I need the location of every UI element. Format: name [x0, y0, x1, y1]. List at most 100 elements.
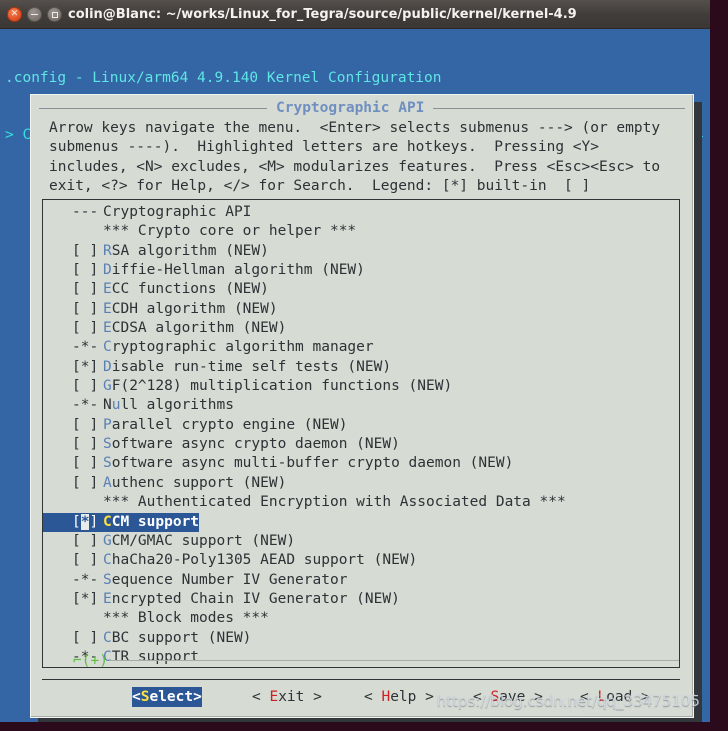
- menu-item-label: ECDSA algorithm (NEW): [103, 320, 287, 337]
- menu-item[interactable]: [ ] ECDSA algorithm (NEW): [43, 319, 679, 338]
- menu-item[interactable]: *** Crypto core or helper ***: [43, 222, 679, 241]
- nconf-screen: .config - Linux/arm64 4.9.140 Kernel Con…: [0, 29, 710, 722]
- menu-item-hotkey: E: [103, 320, 112, 337]
- window-close-button[interactable]: ✕: [7, 7, 22, 22]
- menu-item-state: [ ]: [72, 320, 99, 337]
- menu-list: --- Cryptographic API *** Crypto core or h…: [43, 203, 680, 668]
- menu-item[interactable]: --- Cryptographic API: [43, 203, 679, 222]
- menu-item-hotkey: C: [103, 513, 112, 530]
- button-separator: [42, 679, 680, 680]
- menu-item[interactable]: [ ] Software async crypto daemon (NEW): [43, 435, 679, 454]
- menu-item-hotkey: R: [103, 242, 112, 259]
- help-text: Arrow keys navigate the menu. <Enter> se…: [49, 120, 661, 195]
- menu-item-label: Cryptographic algorithm manager: [103, 339, 374, 356]
- menu-item[interactable]: [ ]CTS support (NEW): [43, 667, 680, 668]
- menu-item-label: Authenc support (NEW): [103, 474, 287, 491]
- menu-item[interactable]: [ ] CBC support (NEW): [43, 629, 679, 648]
- button-e-xit[interactable]: < Exit >: [252, 687, 322, 707]
- menu-item-label: *** Authenticated Encryption with Associ…: [103, 494, 566, 511]
- window-maximize-button[interactable]: [47, 7, 62, 22]
- screen: ✕ colin@Blanc: ~/works/Linux_for_Tegra/s…: [0, 0, 728, 731]
- menu-item-state: [ ]: [72, 416, 99, 433]
- window-titlebar: ✕ colin@Blanc: ~/works/Linux_for_Tegra/s…: [0, 0, 710, 29]
- window-title: colin@Blanc: ~/works/Linux_for_Tegra/sou…: [68, 7, 577, 22]
- menu-item[interactable]: -*- Cryptographic algorithm manager: [43, 338, 679, 357]
- scroll-indicator-label: ⌐(+): [73, 652, 108, 668]
- menu-item-hotkey: D: [103, 358, 112, 375]
- dialog-title-dash-left: [39, 107, 267, 109]
- menu-item[interactable]: -*- Sequence Number IV Generator: [43, 571, 679, 590]
- close-icon: ✕: [10, 9, 19, 19]
- menu-item-label: GF(2^128) multiplication functions (NEW): [103, 378, 453, 395]
- menu-item[interactable]: [ ] GCM/GMAC support (NEW): [43, 532, 679, 551]
- menu-item[interactable]: [ ] ECDH algorithm (NEW): [43, 300, 679, 319]
- menu-item-label: Cryptographic API: [103, 204, 252, 220]
- dialog-title-dash-right: [433, 107, 685, 109]
- menu-item[interactable]: [ ] Authenc support (NEW): [43, 474, 679, 493]
- scroll-indicator-rule: [108, 660, 679, 661]
- menu-item-label: Disable run-time self tests (NEW): [103, 358, 392, 375]
- menu-item-hotkey: D: [103, 262, 112, 279]
- menu-item-hotkey: S: [103, 571, 112, 588]
- menu-item-state: [ ]: [72, 532, 99, 549]
- menu-item[interactable]: [ ] Software async multi-buffer crypto da…: [43, 454, 679, 473]
- menu-item-state: [ ]: [72, 552, 99, 569]
- menu-item-state: [ ]: [72, 242, 99, 259]
- menu-item-state: [ ]: [72, 281, 99, 298]
- menu-item-label: *** Crypto core or helper ***: [103, 223, 357, 240]
- config-dialog: Cryptographic API Arrow keys navigate th…: [30, 94, 694, 718]
- config-version-line: .config - Linux/arm64 4.9.140 Kernel Con…: [5, 70, 442, 86]
- menu-item-hotkey: C: [103, 629, 112, 646]
- menu-item[interactable]: -*- Null algorithms: [43, 396, 679, 415]
- menu-item-label: Diffie-Hellman algorithm (NEW): [103, 262, 365, 279]
- button-s-elect[interactable]: <Select>: [132, 687, 202, 707]
- menu-item-state: [ ]: [72, 378, 99, 395]
- menu-item[interactable]: [*] Encrypted Chain IV Generator (NEW): [43, 590, 679, 609]
- dialog-title: Cryptographic API: [276, 100, 425, 116]
- menu-item-state: -*-: [72, 571, 99, 588]
- menu-item-label: CCM support: [103, 512, 200, 532]
- menu-item-state: [*]: [43, 512, 103, 532]
- menu-item-label: CTS support (NEW): [103, 667, 251, 668]
- menu-item-state: [ ]: [43, 667, 103, 668]
- menu-item[interactable]: [ ] ChaCha20-Poly1305 AEAD support (NEW): [43, 551, 679, 570]
- menu-item-state: [ ]: [72, 474, 99, 491]
- menu-item-hotkey: E: [103, 590, 112, 607]
- button-h-elp[interactable]: < Help >: [364, 687, 434, 707]
- menu-list-box[interactable]: --- Cryptographic API *** Crypto core or h…: [42, 199, 680, 668]
- scroll-indicator: ⌐(+): [43, 651, 679, 668]
- menu-item[interactable]: *** Authenticated Encryption with Associ…: [43, 493, 679, 512]
- menu-item-hotkey: C: [103, 552, 112, 569]
- menu-item-state: [*]: [72, 590, 99, 607]
- menu-item[interactable]: [ ] GF(2^128) multiplication functions (N…: [43, 377, 679, 396]
- menu-item-label: Parallel crypto engine (NEW): [103, 416, 348, 433]
- menu-item-hotkey: E: [103, 300, 112, 317]
- menu-item[interactable]: [ ] Parallel crypto engine (NEW): [43, 416, 679, 435]
- menu-item-hotkey: C: [103, 339, 112, 356]
- menu-item-selected[interactable]: [*] CCM support: [43, 512, 679, 532]
- menu-item-state: [ ]: [72, 262, 99, 279]
- menu-item-label: GCM/GMAC support (NEW): [103, 532, 296, 549]
- menu-item[interactable]: [ ] ECC functions (NEW): [43, 280, 679, 299]
- menu-item-hotkey: G: [103, 532, 112, 549]
- menu-item-state: [ ]: [72, 300, 99, 317]
- menu-item-label: Null algorithms: [103, 397, 234, 414]
- minimize-icon: [28, 8, 41, 21]
- menu-item[interactable]: [*] Disable run-time self tests (NEW): [43, 358, 679, 377]
- menu-item-label: CBC support (NEW): [103, 629, 252, 646]
- menu-item-hotkey: E: [103, 281, 112, 298]
- menu-item[interactable]: *** Block modes ***: [43, 609, 679, 628]
- menu-item-hotkey: A: [103, 474, 112, 491]
- menu-item-hotkey: u: [111, 397, 121, 414]
- watermark: https://blog.csdn.net/qq_33475105: [436, 692, 700, 710]
- menu-item[interactable]: [ ] RSA algorithm (NEW): [43, 242, 679, 261]
- menu-item-label: *** Block modes ***: [103, 610, 269, 627]
- menu-item-state: [ ]: [72, 455, 99, 472]
- maximize-icon: [48, 8, 61, 21]
- terminal-window: ✕ colin@Blanc: ~/works/Linux_for_Tegra/s…: [0, 0, 710, 722]
- menu-item-hotkey: P: [103, 416, 112, 433]
- window-minimize-button[interactable]: [27, 7, 42, 22]
- menu-item-hotkey: S: [103, 436, 112, 453]
- menu-item-label: Software async multi-buffer crypto daemo…: [103, 455, 514, 472]
- menu-item[interactable]: [ ] Diffie-Hellman algorithm (NEW): [43, 261, 679, 280]
